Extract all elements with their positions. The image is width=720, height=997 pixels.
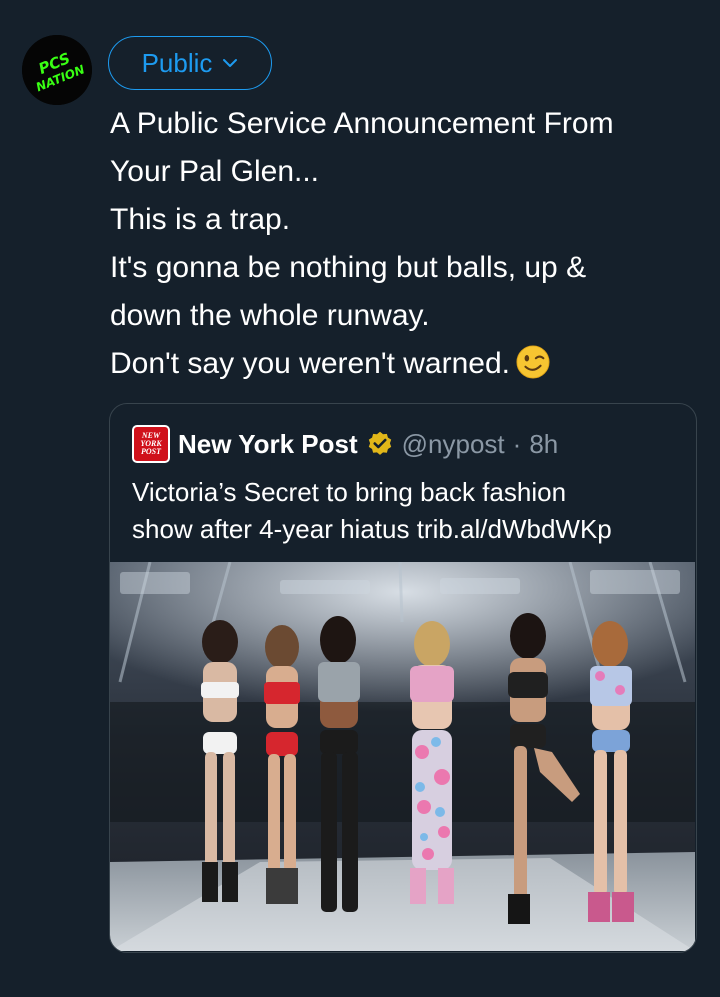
tweet-line: down the whole runway. [110,299,430,332]
quoted-author-name[interactable]: New York Post [178,429,358,460]
nypost-avatar[interactable]: NEW YORK POST [132,425,170,463]
quoted-author-handle[interactable]: @nypost [402,429,505,460]
verified-badge-icon [368,431,391,455]
quoted-timestamp[interactable]: 8h [529,429,558,460]
tweet-line: Your Pal Glen... [110,155,320,188]
quoted-tweet-text: Victoria’s Secret to bring back fashion … [132,474,682,548]
winking-face-icon [516,345,550,379]
runway-photo [110,562,695,951]
tweet-line: This is a trap. [110,203,291,236]
pcs-nation-logo: PCS NATION [22,35,92,105]
separator-dot: · [512,428,522,459]
avatar[interactable]: PCS NATION [22,35,92,105]
quoted-text-line: show after 4-year hiatus trib.al/dWbdWKp [132,514,612,544]
tweet-line: It's gonna be nothing but balls, up & [110,251,587,284]
tweet-line: A Public Service Announcement From [110,107,614,140]
tweet-line-text: Don't say you weren't warned. [110,347,510,380]
tweet-line-last: Don't say you weren't warned. [110,340,710,388]
quoted-tweet-header: NEW YORK POST New York Post @nypost · 8h [132,424,558,464]
audience-label: Public [141,47,213,78]
quoted-text-line: Victoria’s Secret to bring back fashion [132,477,567,507]
tweet-text: A Public Service Announcement From Your … [110,100,710,388]
chevron-down-icon [223,59,238,67]
nypost-logo-line: POST [141,447,161,456]
quoted-tweet-card[interactable]: NEW YORK POST New York Post @nypost · 8h… [109,403,697,953]
quoted-tweet-image[interactable] [110,562,695,951]
audience-button[interactable]: Public [108,36,272,90]
